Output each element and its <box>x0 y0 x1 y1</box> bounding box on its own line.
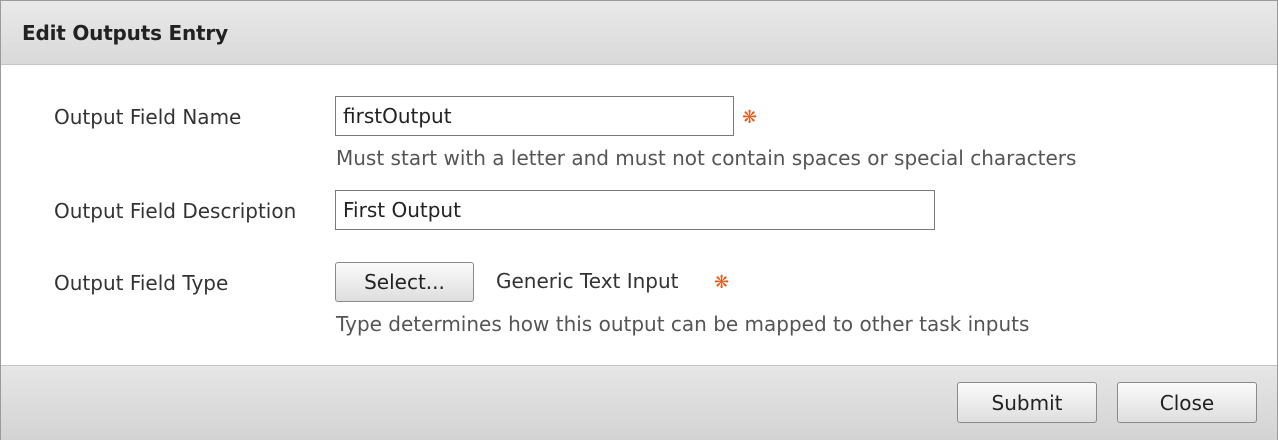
output-field-description-label: Output Field Description <box>54 199 297 223</box>
dialog-title: Edit Outputs Entry <box>22 21 228 45</box>
output-field-name-input[interactable] <box>335 96 734 136</box>
required-asterisk-icon: ❋ <box>714 272 730 293</box>
output-field-description-input[interactable] <box>335 190 935 230</box>
close-button[interactable]: Close <box>1117 382 1257 423</box>
dialog-footer: Submit Close <box>1 365 1277 440</box>
select-type-button[interactable]: Select... <box>335 262 474 302</box>
required-asterisk-icon: ❋ <box>742 107 758 128</box>
output-field-type-value: Generic Text Input <box>496 269 679 293</box>
edit-outputs-dialog: Edit Outputs Entry Output Field Name ❋ M… <box>0 0 1278 440</box>
output-field-name-label: Output Field Name <box>54 105 242 129</box>
submit-button[interactable]: Submit <box>957 382 1097 423</box>
dialog-titlebar[interactable]: Edit Outputs Entry <box>1 1 1277 65</box>
output-field-name-hint: Must start with a letter and must not co… <box>336 146 1077 170</box>
output-field-type-label: Output Field Type <box>54 271 229 295</box>
output-field-type-hint: Type determines how this output can be m… <box>336 312 1030 336</box>
